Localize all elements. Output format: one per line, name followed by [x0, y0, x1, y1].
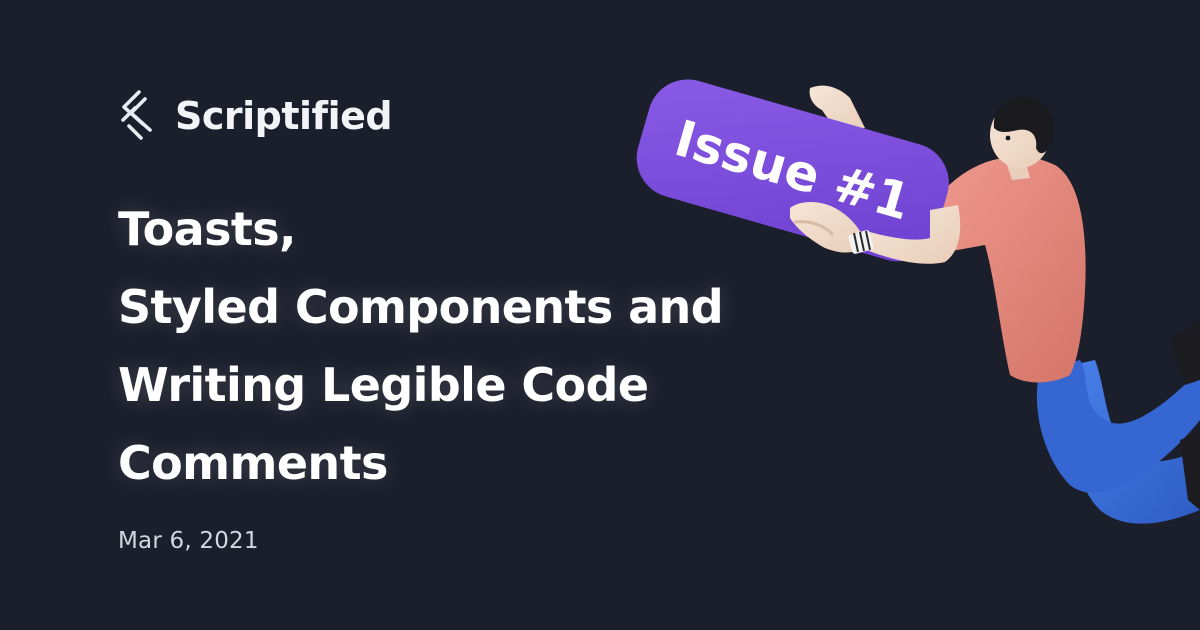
person-holding-issue-sign-illustration: Issue #1: [636, 79, 1200, 524]
social-card: Scriptified Toasts, Styled Components an…: [0, 0, 1200, 630]
scriptified-s-logo-icon: [121, 90, 152, 140]
publish-date: Mar 6, 2021: [118, 528, 259, 554]
brand-name: Scriptified: [175, 94, 393, 138]
brand[interactable]: Scriptified: [115, 86, 393, 146]
